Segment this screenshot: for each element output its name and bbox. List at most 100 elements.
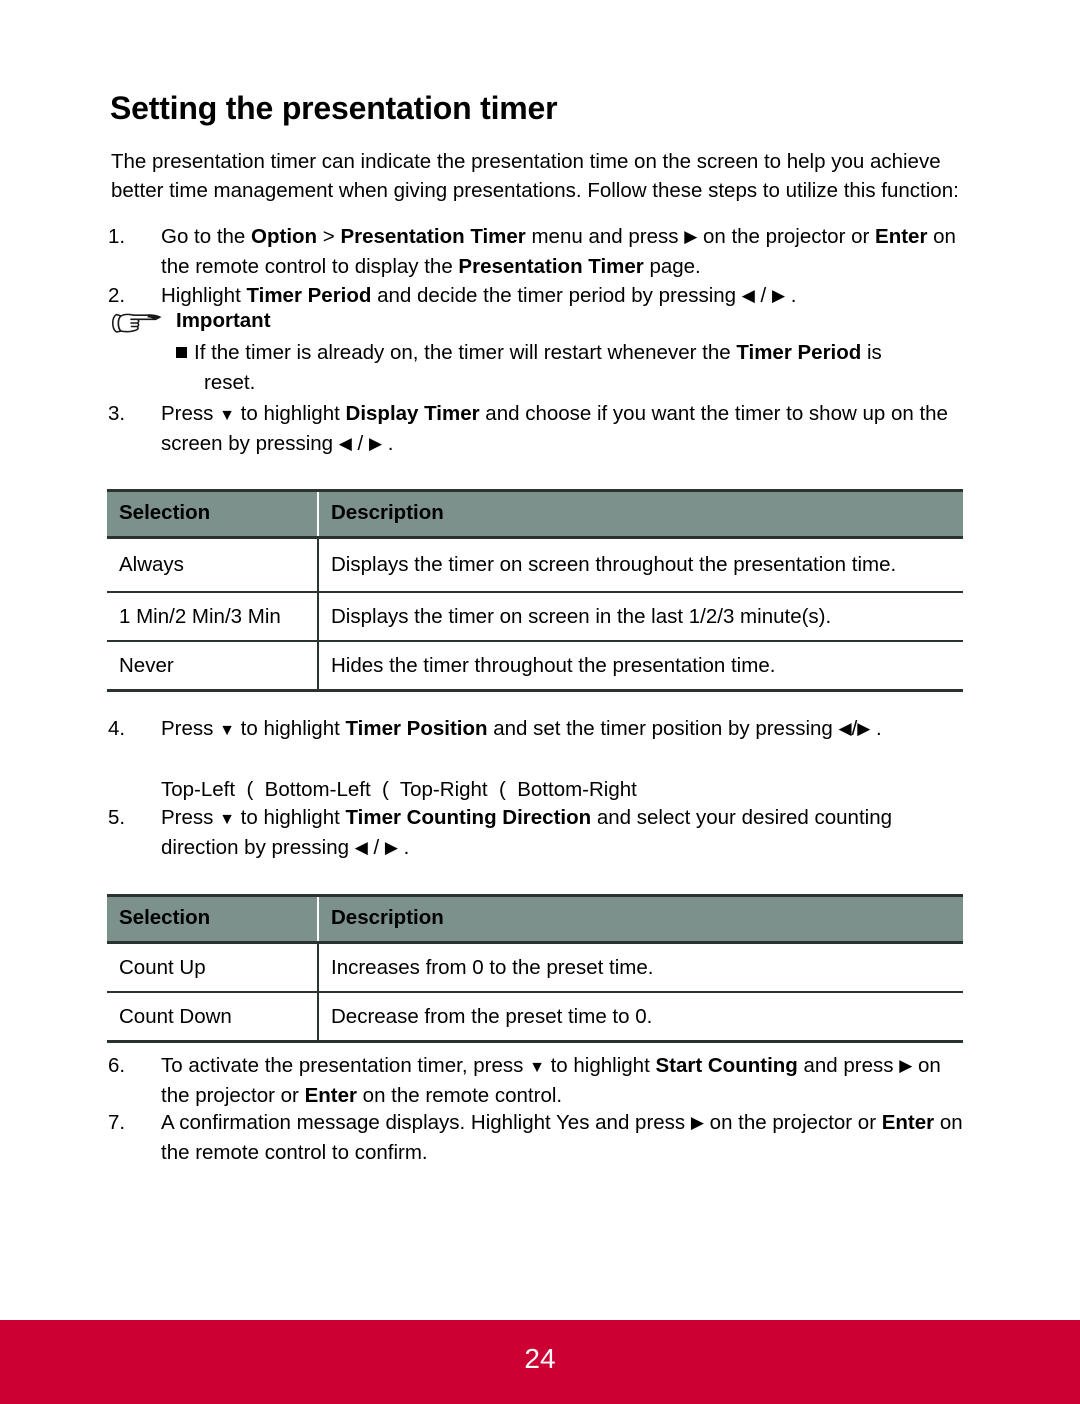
cell-description: Hides the timer throughout the presentat… <box>317 641 963 692</box>
right-triangle-icon: ▶ <box>857 719 871 738</box>
cell-selection: Count Down <box>107 992 318 1043</box>
text-run: reset. <box>204 370 256 394</box>
text-bold: Option <box>251 225 318 248</box>
important-bullet: If the timer is already on, the timer wi… <box>176 338 966 397</box>
table-row: Always Displays the timer on screen thro… <box>107 537 963 593</box>
step-item-4: 4. Press ▼ to highlight Timer Position a… <box>108 714 968 744</box>
step-number: 4. <box>108 717 126 740</box>
step-item-6: 6. To activate the presentation timer, p… <box>108 1051 968 1110</box>
cell-selection: Always <box>107 537 318 593</box>
text-run: is <box>861 341 882 364</box>
table-row: Count Up Increases from 0 to the preset … <box>107 942 963 993</box>
cell-description: Displays the timer on screen throughout … <box>317 537 963 593</box>
text-run: To activate the presentation timer, pres… <box>161 1054 530 1077</box>
text-bold: Timer Counting Direction <box>345 806 592 829</box>
text-run: on the projector or <box>703 1111 882 1134</box>
table-row: Count Down Decrease from the preset time… <box>107 992 963 1043</box>
cell-description: Increases from 0 to the preset time. <box>317 942 963 993</box>
text-bold: Presentation Timer <box>340 225 526 248</box>
column-header-description: Description <box>317 894 963 944</box>
text-run: Press <box>161 717 220 740</box>
left-triangle-icon: ◀ <box>338 433 352 453</box>
step-number: 1. <box>108 225 126 248</box>
cell-description: Decrease from the preset time to 0. <box>317 992 963 1043</box>
right-triangle-icon: ▶ <box>899 1056 913 1075</box>
text-run: Press <box>161 402 220 425</box>
step-number: 3. <box>108 402 126 425</box>
right-triangle-icon: ▶ <box>384 837 398 857</box>
down-triangle-icon: ▼ <box>219 407 235 424</box>
page-title: Setting the presentation timer <box>110 90 558 127</box>
right-triangle-icon: ▶ <box>368 433 383 453</box>
text-run: page. <box>643 254 701 278</box>
text-run: menu and press <box>525 225 685 248</box>
down-triangle-icon: ▼ <box>219 811 235 828</box>
text-run: and decide the timer period by pressing <box>371 284 742 307</box>
pointing-hand-icon <box>108 310 166 338</box>
intro-paragraph: The presentation timer can indicate the … <box>111 149 959 203</box>
table-row: Never Hides the timer throughout the pre… <box>107 641 963 692</box>
text-run: to highlight <box>544 1054 656 1077</box>
table-row: 1 Min/2 Min/3 Min Displays the timer on … <box>107 592 963 642</box>
table-counting-direction: Selection Description Count Up Increases… <box>107 894 963 1043</box>
text-bold: Enter <box>304 1083 357 1107</box>
step-number: 2. <box>108 284 126 307</box>
text-bold: Presentation Timer <box>458 254 644 278</box>
text-bold: Timer Period <box>246 284 372 307</box>
cell-selection: Count Up <box>107 942 318 993</box>
down-triangle-icon: ▼ <box>219 722 235 739</box>
right-triangle-icon: ▶ <box>684 227 698 246</box>
step-text: Go to the Option > Presentation Timer me… <box>161 222 968 281</box>
step-number: 5. <box>108 806 126 829</box>
right-triangle-icon: ▶ <box>771 286 786 305</box>
text-run: on the projector or <box>697 225 876 248</box>
step-item-5: 5. Press ▼ to highlight Timer Counting D… <box>108 803 968 862</box>
document-page: Setting the presentation timer The prese… <box>0 0 1080 1404</box>
text-bold: Timer Position <box>345 717 488 740</box>
column-header-description: Description <box>317 489 963 539</box>
text-bold: Timer Period <box>736 341 862 364</box>
text-bold: Display Timer <box>345 402 480 425</box>
left-triangle-icon: ◀ <box>741 286 755 305</box>
step-item-3: 3. Press ▼ to highlight Display Timer an… <box>108 399 968 458</box>
column-header-selection: Selection <box>107 489 318 539</box>
step-text: Highlight Timer Period and decide the ti… <box>161 281 968 311</box>
text-run: A confirmation message displays. Highlig… <box>161 1111 691 1134</box>
step-text: To activate the presentation timer, pres… <box>161 1051 968 1110</box>
text-run: / <box>754 284 772 307</box>
text-run: Highlight <box>161 284 247 307</box>
down-triangle-icon: ▼ <box>529 1059 545 1076</box>
text-run: to highlight <box>234 806 346 829</box>
timer-position-options: Top-Left ( Bottom-Left ( Top-Right ( Bot… <box>161 778 637 801</box>
right-triangle-icon: ▶ <box>690 1113 704 1132</box>
text-run: . <box>785 284 797 307</box>
left-triangle-icon: ◀ <box>354 837 368 857</box>
text-run: Press <box>161 806 220 829</box>
step-item-1: 1. Go to the Option > Presentation Timer… <box>108 222 968 281</box>
cell-description: Displays the timer on screen in the last… <box>317 592 963 642</box>
text-bold: Start Counting <box>655 1054 798 1077</box>
text-run: Go to the <box>161 225 252 248</box>
step-number: 7. <box>108 1111 126 1134</box>
text-run: and press <box>797 1054 900 1077</box>
page-number: 24 <box>524 1343 556 1374</box>
step-text: A confirmation message displays. Highlig… <box>161 1108 968 1167</box>
step-text: Press ▼ to highlight Timer Counting Dire… <box>161 803 968 862</box>
cell-selection: Never <box>107 641 318 692</box>
step-text: Press ▼ to highlight Display Timer and c… <box>161 399 968 458</box>
text-run: . <box>382 431 394 455</box>
text-run: and set the timer position by pressing <box>487 717 839 740</box>
text-bold: Enter <box>881 1111 935 1134</box>
text-run: . <box>397 835 410 859</box>
footer-bar: 24 <box>0 1320 1080 1404</box>
text-run: on the remote control. <box>356 1083 563 1107</box>
table-display-timer: Selection Description Always Displays th… <box>107 489 963 692</box>
step-number: 6. <box>108 1054 126 1077</box>
text-run: / <box>367 835 385 859</box>
text-run: If the timer is already on, the timer wi… <box>194 341 737 364</box>
text-run: > <box>317 225 341 248</box>
important-label: Important <box>176 309 271 332</box>
text-run: . <box>870 717 882 740</box>
step-item-7: 7. A confirmation message displays. High… <box>108 1108 968 1167</box>
step-text: Press ▼ to highlight Timer Position and … <box>161 714 968 744</box>
